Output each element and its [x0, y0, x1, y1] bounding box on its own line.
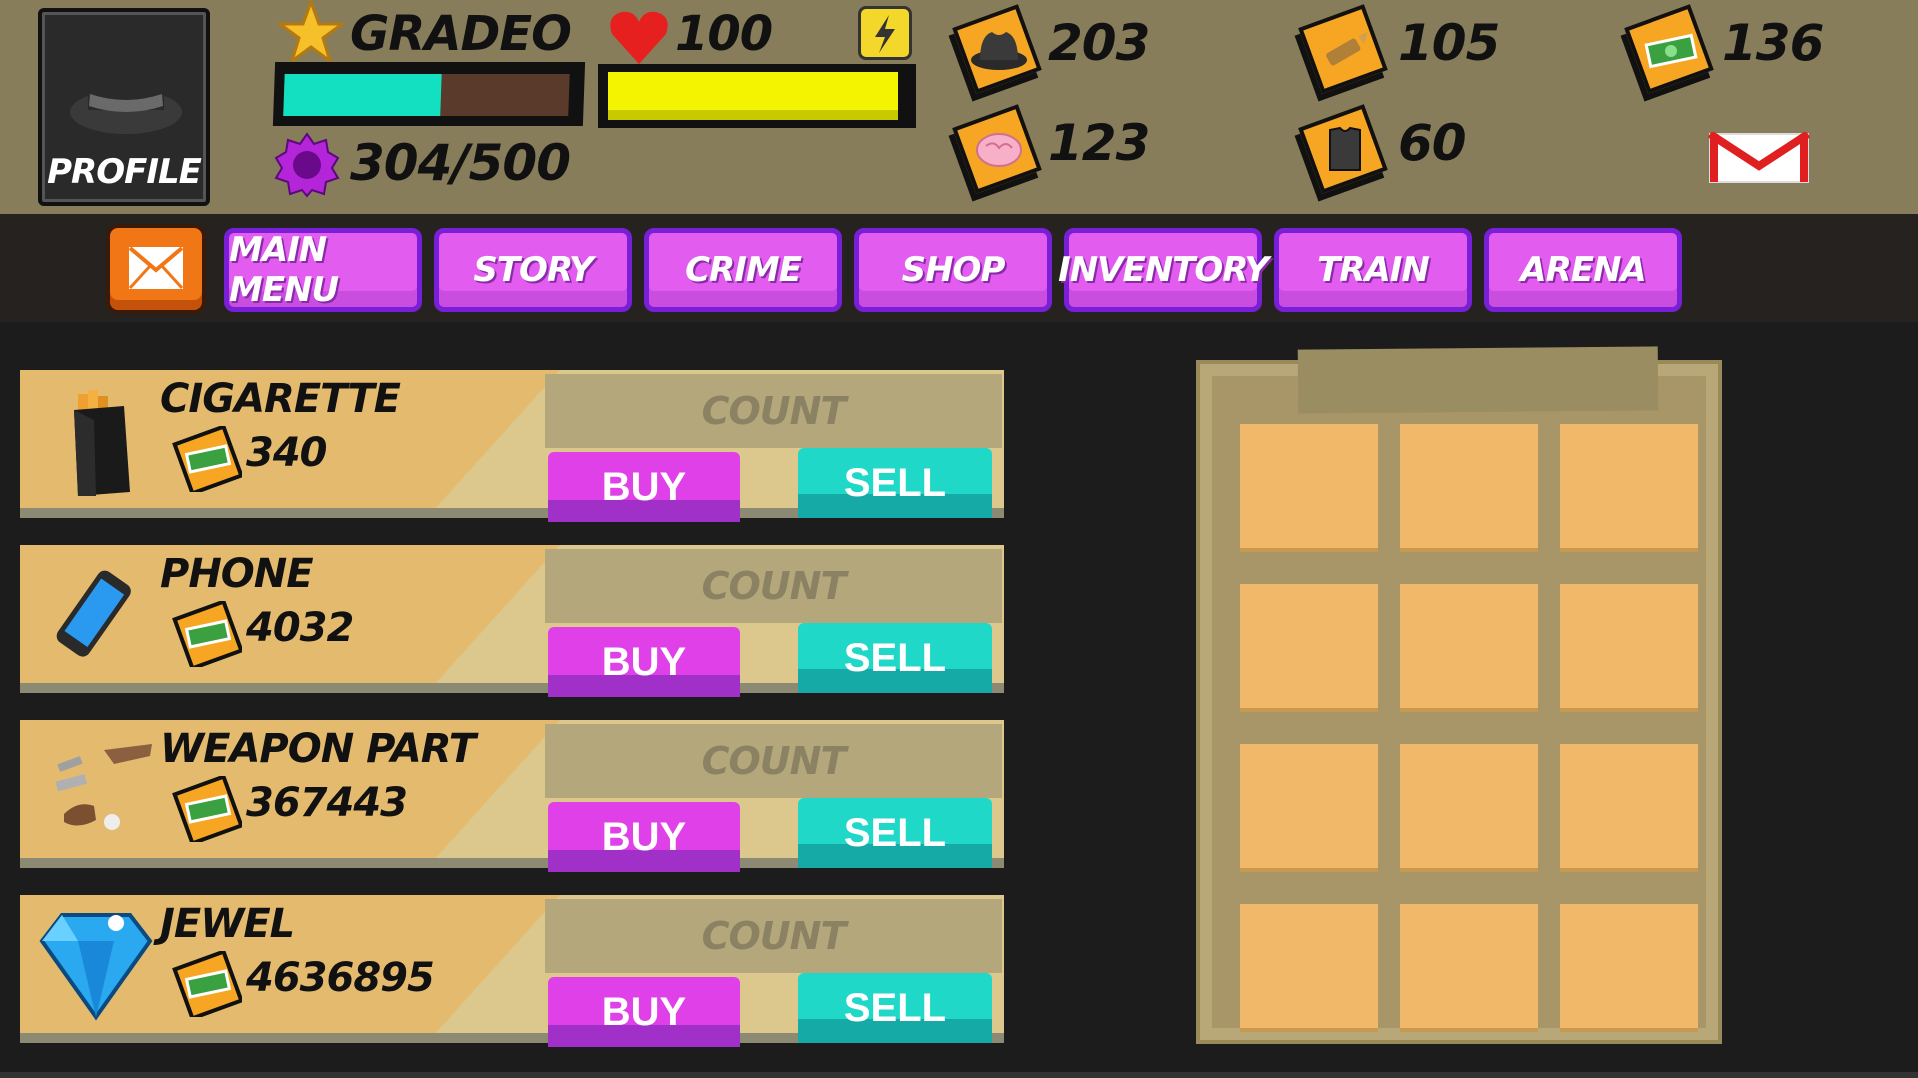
cigarette-pack-icon — [74, 390, 130, 496]
armor-resource-icon — [1298, 104, 1388, 194]
item-name: PHONE — [160, 551, 314, 597]
inventory-slot[interactable] — [1400, 584, 1538, 712]
sell-button[interactable]: SELL — [798, 798, 992, 868]
item-name: WEAPON PART — [160, 726, 476, 772]
shop-item-row: PHONE 4032 COUNT BUY SELL — [20, 545, 1004, 697]
buy-button[interactable]: BUY — [548, 627, 740, 697]
star-icon — [278, 0, 344, 64]
armor-value: 60 — [1398, 114, 1467, 172]
buy-button[interactable]: BUY — [548, 977, 740, 1047]
inventory-slot[interactable] — [1400, 744, 1538, 872]
brains-value: 123 — [1048, 114, 1150, 172]
top-hud: PROFILE GRADEO 304/500 100 203 105 136 1… — [0, 0, 1918, 214]
profile-button[interactable]: PROFILE — [38, 8, 210, 206]
hats-value: 203 — [1048, 14, 1150, 72]
ammo-resource-icon — [1298, 4, 1388, 94]
buy-button[interactable]: BUY — [548, 802, 740, 872]
energy-bolt-icon[interactable] — [858, 6, 912, 60]
cash-icon — [172, 776, 242, 842]
bottom-divider — [0, 1072, 1918, 1078]
respect-value: 304/500 — [350, 134, 571, 192]
count-input[interactable]: COUNT — [545, 899, 1002, 973]
item-price: 4636895 — [246, 955, 435, 1001]
envelope-icon — [128, 246, 184, 290]
brain-resource-icon — [952, 104, 1042, 194]
item-price: 4032 — [246, 605, 354, 651]
nav-main-menu[interactable]: MAIN MENU — [224, 228, 422, 312]
sell-button[interactable]: SELL — [798, 448, 992, 518]
health-value: 100 — [675, 6, 773, 62]
item-price: 367443 — [246, 780, 408, 826]
respect-badge-icon — [274, 132, 340, 198]
item-name: CIGARETTE — [160, 376, 401, 422]
inventory-slot[interactable] — [1400, 424, 1538, 552]
count-input[interactable]: COUNT — [545, 374, 1002, 448]
jewel-icon — [39, 913, 153, 1021]
main-nav-bar: MAIN MENU STORY CRIME SHOP INVENTORY TRA… — [0, 214, 1918, 322]
inventory-slot[interactable] — [1240, 424, 1378, 552]
cash-icon — [172, 426, 242, 492]
cash-value: 136 — [1722, 14, 1824, 72]
board-tape — [1297, 346, 1659, 414]
count-input[interactable]: COUNT — [545, 549, 1002, 623]
inventory-slot[interactable] — [1240, 904, 1378, 1032]
inventory-slot[interactable] — [1560, 904, 1698, 1032]
profile-label: PROFILE — [47, 152, 202, 192]
inventory-slot[interactable] — [1240, 584, 1378, 712]
nav-crime[interactable]: CRIME — [644, 228, 842, 312]
fedora-hat-icon — [70, 50, 182, 134]
ammo-value: 105 — [1398, 14, 1500, 72]
inventory-slot[interactable] — [1400, 904, 1538, 1032]
nav-train[interactable]: TRAIN — [1274, 228, 1472, 312]
mail-icon[interactable] — [1708, 132, 1810, 184]
inventory-slot[interactable] — [1560, 424, 1698, 552]
energy-bar — [598, 64, 916, 128]
inventory-slot[interactable] — [1240, 744, 1378, 872]
shop-item-row: CIGARETTE 340 COUNT BUY SELL — [20, 370, 1004, 522]
player-name: GRADEO — [350, 6, 572, 62]
xp-bar — [272, 62, 586, 126]
cash-resource-icon — [1624, 4, 1714, 94]
sell-button[interactable]: SELL — [798, 973, 992, 1043]
item-name: JEWEL — [160, 901, 295, 947]
nav-arena[interactable]: ARENA — [1484, 228, 1682, 312]
item-price: 340 — [246, 430, 327, 476]
count-input[interactable]: COUNT — [545, 724, 1002, 798]
nav-shop[interactable]: SHOP — [854, 228, 1052, 312]
energy-bar-fill — [608, 72, 898, 120]
xp-bar-fill — [283, 74, 442, 116]
hat-resource-icon — [952, 4, 1042, 94]
inventory-slot[interactable] — [1560, 584, 1698, 712]
cash-icon — [172, 601, 242, 667]
nav-story[interactable]: STORY — [434, 228, 632, 312]
buy-button[interactable]: BUY — [548, 452, 740, 522]
nav-inventory[interactable]: INVENTORY — [1058, 228, 1269, 312]
phone-icon — [56, 570, 131, 657]
heart-icon — [610, 11, 668, 64]
inventory-board — [1196, 346, 1722, 1044]
sell-button[interactable]: SELL — [798, 623, 992, 693]
inventory-slot[interactable] — [1560, 744, 1698, 872]
shop-item-row: WEAPON PART 367443 COUNT BUY SELL — [20, 720, 1004, 872]
cash-icon — [172, 951, 242, 1017]
shop-item-row: JEWEL 4636895 COUNT BUY SELL — [20, 895, 1004, 1047]
messages-button[interactable] — [106, 224, 206, 314]
weapon-part-icon — [55, 744, 152, 830]
